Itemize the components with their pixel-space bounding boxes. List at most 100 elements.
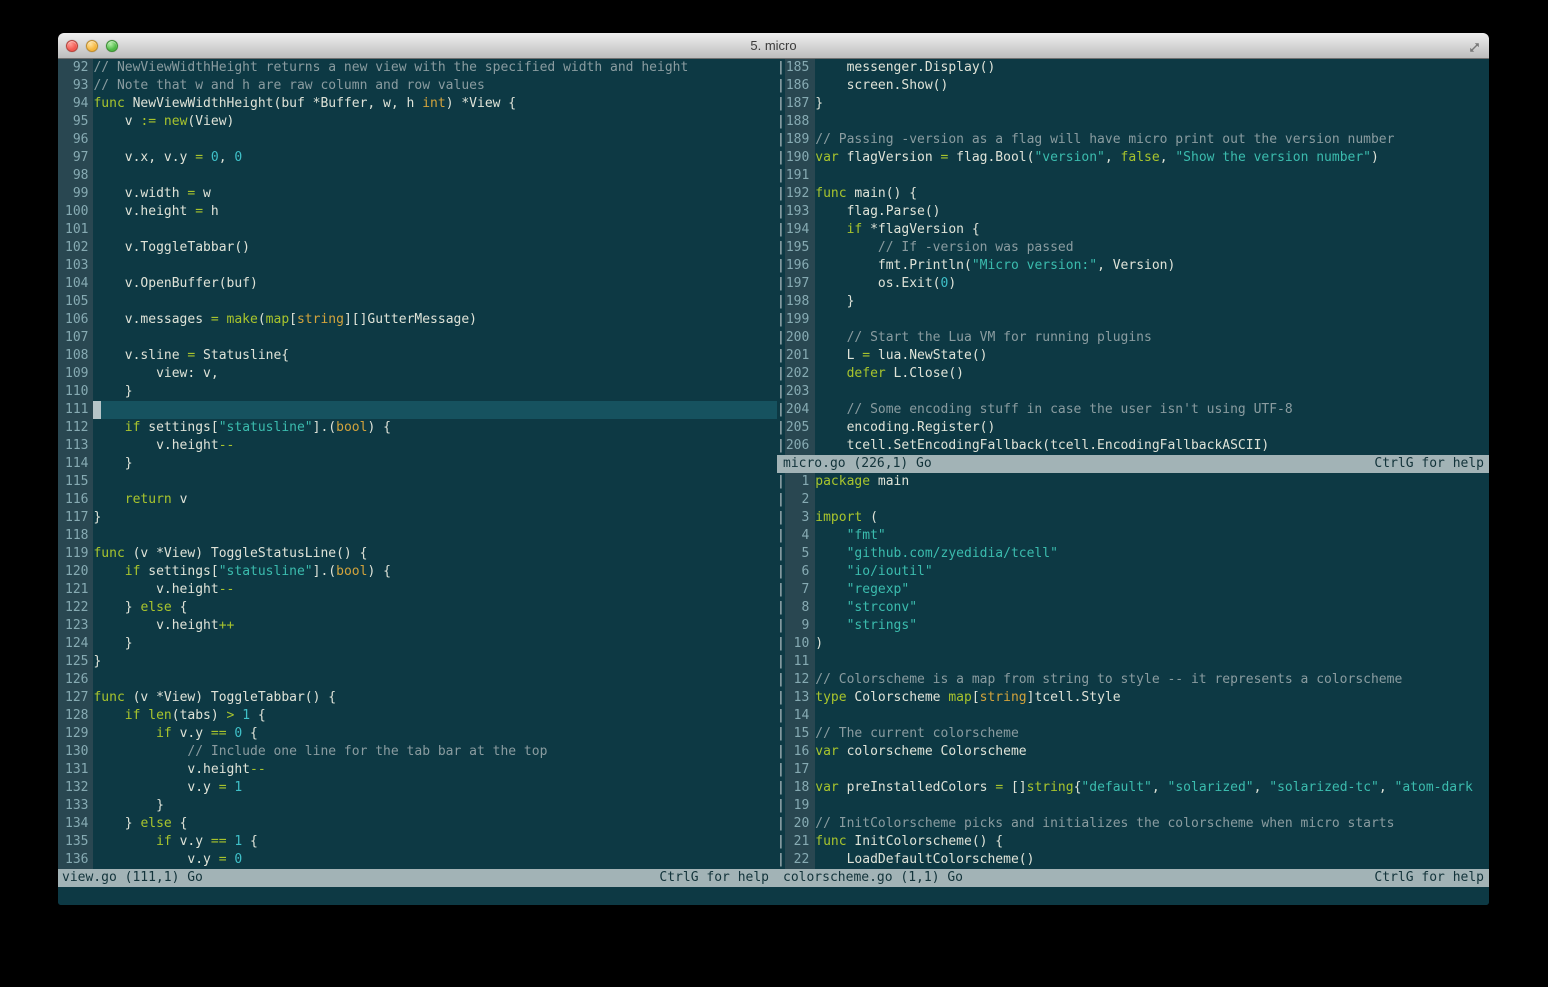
code-line[interactable]: 117}	[58, 509, 777, 527]
code-line[interactable]: 129 if v.y == 0 {	[58, 725, 777, 743]
code-line[interactable]: 132 v.y = 1	[58, 779, 777, 797]
code-line[interactable]: | 193 flag.Parse()	[777, 203, 1489, 221]
code-line[interactable]: | 21 func InitColorscheme() {	[777, 833, 1489, 851]
code-line[interactable]: | 19	[777, 797, 1489, 815]
code-line[interactable]: | 14	[777, 707, 1489, 725]
code-line[interactable]: 101	[58, 221, 777, 239]
code-line[interactable]: 115	[58, 473, 777, 491]
code-line[interactable]: | 16 var colorscheme Colorscheme	[777, 743, 1489, 761]
code-line[interactable]: 114 }	[58, 455, 777, 473]
code-line[interactable]: 123 v.height++	[58, 617, 777, 635]
code-line[interactable]: 102 v.ToggleTabbar()	[58, 239, 777, 257]
code-line[interactable]: | 13 type Colorscheme map[string]tcell.St…	[777, 689, 1489, 707]
code-line[interactable]: 136 v.y = 0	[58, 851, 777, 869]
code-line[interactable]: | 189// Passing -version as a flag will h…	[777, 131, 1489, 149]
code-line[interactable]: 118	[58, 527, 777, 545]
code-line[interactable]: | 11	[777, 653, 1489, 671]
code-line[interactable]: 116 return v	[58, 491, 777, 509]
code-line[interactable]: 107	[58, 329, 777, 347]
code-line[interactable]: 103	[58, 257, 777, 275]
code-line[interactable]: | 3 import (	[777, 509, 1489, 527]
code-line[interactable]: 94 func NewViewWidthHeight(buf *Buffer, w…	[58, 95, 777, 113]
code-line[interactable]: | 194 if *flagVersion {	[777, 221, 1489, 239]
pane-micro-go[interactable]: | 185 messenger.Display() | 186 screen.Show…	[777, 59, 1489, 455]
code-line[interactable]: | 185 messenger.Display()	[777, 59, 1489, 77]
code-line[interactable]: | 197 os.Exit(0)	[777, 275, 1489, 293]
window-titlebar[interactable]: 5. micro	[58, 33, 1489, 59]
code-line[interactable]: 100 v.height = h	[58, 203, 777, 221]
code-line[interactable]: 120 if settings["statusline"].(bool) {	[58, 563, 777, 581]
code-line[interactable]: | 1 package main	[777, 473, 1489, 491]
code-line[interactable]: 113 v.height--	[58, 437, 777, 455]
code-line[interactable]: | 6 "io/ioutil"	[777, 563, 1489, 581]
code-line[interactable]: | 191	[777, 167, 1489, 185]
code-line[interactable]: | 200 // Start the Lua VM for running plu…	[777, 329, 1489, 347]
zoom-button[interactable]	[106, 39, 118, 52]
code-line[interactable]: 95 v := new(View)	[58, 113, 777, 131]
fullscreen-resize-icon[interactable]	[1468, 39, 1481, 58]
close-button[interactable]	[66, 39, 78, 52]
code-line[interactable]: | 205 encoding.Register()	[777, 419, 1489, 437]
code-line[interactable]: | 196 fmt.Println("Micro version:", Versi…	[777, 257, 1489, 275]
code-line[interactable]: | 186 screen.Show()	[777, 77, 1489, 95]
code-line[interactable]: | 5 "github.com/zyedidia/tcell"	[777, 545, 1489, 563]
code-line[interactable]: 127 func (v *View) ToggleTabbar() {	[58, 689, 777, 707]
code-line[interactable]: 135 if v.y == 1 {	[58, 833, 777, 851]
code-line[interactable]: | 192 func main() {	[777, 185, 1489, 203]
code-line[interactable]: 98	[58, 167, 777, 185]
code-line[interactable]: 104 v.OpenBuffer(buf)	[58, 275, 777, 293]
statusbar-view-go: view.go (111,1) Go CtrlG for help	[58, 869, 777, 887]
code-line[interactable]: 131 v.height--	[58, 761, 777, 779]
code-line[interactable]: | 10)	[777, 635, 1489, 653]
code-line[interactable]: | 12// Colorscheme is a map from string …	[777, 671, 1489, 689]
minimize-button[interactable]	[86, 39, 98, 52]
code-line[interactable]: 125}	[58, 653, 777, 671]
code-line[interactable]: | 18 var preInstalledColors = []string{"d…	[777, 779, 1489, 797]
code-line[interactable]: | 202 defer L.Close()	[777, 365, 1489, 383]
pane-colorscheme-go[interactable]: | 1 package main | 2 | 3 import (| 4 "fmt" | …	[777, 473, 1489, 869]
code-line[interactable]: 99 v.width = w	[58, 185, 777, 203]
code-line[interactable]: | 206 tcell.SetEncodingFallback(tcell.Enc…	[777, 437, 1489, 455]
code-line[interactable]: | 187}	[777, 95, 1489, 113]
code-line[interactable]: 134 } else {	[58, 815, 777, 833]
code-line[interactable]: 105	[58, 293, 777, 311]
code-line[interactable]: 122 } else {	[58, 599, 777, 617]
code-line[interactable]: 97 v.x, v.y = 0, 0	[58, 149, 777, 167]
code-line[interactable]: | 8 "strconv"	[777, 599, 1489, 617]
code-line[interactable]: | 199	[777, 311, 1489, 329]
code-line[interactable]: | 203	[777, 383, 1489, 401]
code-line[interactable]: | 22 LoadDefaultColorscheme()	[777, 851, 1489, 869]
code-line[interactable]: | 17	[777, 761, 1489, 779]
code-line[interactable]: 124 }	[58, 635, 777, 653]
code-line[interactable]: 126	[58, 671, 777, 689]
code-line[interactable]: | 15// The current colorscheme	[777, 725, 1489, 743]
code-line[interactable]: 106 v.messages = make(map[string][]Gutte…	[58, 311, 777, 329]
code-line[interactable]: | 204 // Some encoding stuff in case the …	[777, 401, 1489, 419]
code-line[interactable]: 93// Note that w and h are raw column an…	[58, 77, 777, 95]
code-line[interactable]: | 188	[777, 113, 1489, 131]
code-line[interactable]: | 2	[777, 491, 1489, 509]
code-line[interactable]: 110 }	[58, 383, 777, 401]
code-text: "strconv"	[846, 600, 918, 615]
code-line[interactable]: 108 v.sline = Statusline{	[58, 347, 777, 365]
code-line[interactable]: 121 v.height--	[58, 581, 777, 599]
pane-view-go[interactable]: 92// NewViewWidthHeight returns a new vi…	[58, 59, 777, 869]
code-line[interactable]: 92// NewViewWidthHeight returns a new vi…	[58, 59, 777, 77]
code-line[interactable]: 128 if len(tabs) > 1 {	[58, 707, 777, 725]
code-line[interactable]: | 190 var flagVersion = flag.Bool("version…	[777, 149, 1489, 167]
code-line[interactable]: | 4 "fmt"	[777, 527, 1489, 545]
code-line[interactable]: 109 view: v,	[58, 365, 777, 383]
code-line[interactable]: | 7 "regexp"	[777, 581, 1489, 599]
code-line[interactable]: | 198 }	[777, 293, 1489, 311]
code-line[interactable]: | 20// InitColorscheme picks and initial…	[777, 815, 1489, 833]
code-line[interactable]: 96	[58, 131, 777, 149]
command-line[interactable]	[58, 887, 1489, 905]
code-line[interactable]: | 201 L = lua.NewState()	[777, 347, 1489, 365]
code-line[interactable]: 133 }	[58, 797, 777, 815]
code-line[interactable]: 112 if settings["statusline"].(bool) {	[58, 419, 777, 437]
code-line[interactable]: | 9 "strings"	[777, 617, 1489, 635]
code-line[interactable]: 130 // Include one line for the tab bar …	[58, 743, 777, 761]
code-line[interactable]: 111	[58, 401, 777, 419]
code-line[interactable]: | 195 // If -version was passed	[777, 239, 1489, 257]
code-line[interactable]: 119 func (v *View) ToggleStatusLine() {	[58, 545, 777, 563]
